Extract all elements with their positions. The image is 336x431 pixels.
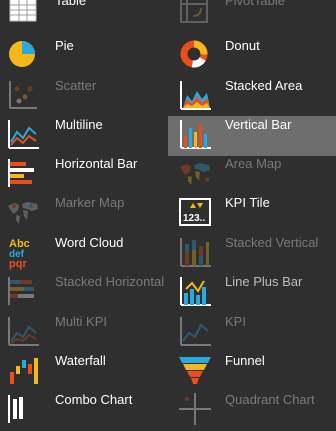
chart-option-label: Stacked Horizontal: [55, 274, 165, 289]
chart-option-label: KPI: [225, 314, 246, 329]
chart-option-label: Scatter: [55, 78, 97, 93]
word-cloud-icon: Abc def pqr: [5, 234, 41, 270]
chart-option-label: PivotTable: [225, 0, 285, 8]
chart-option-label: Stacked Vertical: [225, 235, 319, 250]
pivot-table-icon: [177, 0, 213, 28]
stacked-horizontal-icon: [5, 273, 41, 309]
chart-option-label: Multiline: [55, 117, 103, 132]
chart-option-table[interactable]: Table: [0, 0, 168, 32]
chart-option-marker-map[interactable]: Marker Map: [0, 194, 168, 234]
chart-option-waterfall[interactable]: Waterfall: [0, 352, 168, 392]
chart-option-stacked-horizontal[interactable]: Stacked Horizontal: [0, 273, 168, 313]
word-cloud-glyph-3: pqr: [9, 258, 27, 270]
chart-option-scatter[interactable]: Scatter: [0, 77, 168, 117]
chart-option-stacked-vertical[interactable]: Stacked Vertical: [168, 234, 336, 274]
multi-kpi-icon: [5, 313, 41, 349]
chart-option-label: Funnel: [225, 353, 265, 368]
table-icon: [5, 0, 41, 28]
chart-option-multi-kpi[interactable]: Multi KPI: [0, 313, 168, 353]
stacked-vertical-icon: [177, 234, 213, 270]
combo-chart-icon: [5, 391, 41, 427]
chart-option-quadrant-chart[interactable]: Quadrant Chart: [168, 391, 336, 431]
chart-option-donut[interactable]: Donut: [168, 37, 336, 77]
donut-chart-icon: [177, 37, 213, 73]
chart-option-label: Donut: [225, 38, 260, 53]
chart-option-pie[interactable]: Pie: [0, 37, 168, 77]
line-plus-bar-icon: [177, 273, 213, 309]
chart-option-label: Stacked Area: [225, 78, 303, 93]
chart-option-horizontal-bar[interactable]: Horizontal Bar: [0, 155, 168, 195]
quadrant-chart-icon: [177, 391, 213, 427]
chart-option-vertical-bar[interactable]: Vertical Bar: [168, 116, 336, 156]
chart-option-stacked-area[interactable]: Stacked Area: [168, 77, 336, 117]
chart-type-grid: Table PivotTable Pie Donut Scatter Stack…: [0, 0, 336, 425]
chart-option-label: Quadrant Chart: [225, 392, 315, 407]
chart-option-area-map[interactable]: Area Map: [168, 155, 336, 195]
chart-option-label: Multi KPI: [55, 314, 108, 329]
vertical-bar-icon: [177, 116, 213, 152]
pie-chart-icon: [5, 37, 41, 73]
kpi-tile-glyph-text: 123..: [183, 213, 205, 224]
waterfall-icon: [5, 352, 41, 388]
chart-option-label: Pie: [55, 38, 74, 53]
chart-option-funnel[interactable]: Funnel: [168, 352, 336, 392]
marker-map-icon: [5, 194, 41, 230]
chart-option-pivot-table[interactable]: PivotTable: [168, 0, 336, 32]
chart-option-label: Area Map: [225, 156, 282, 171]
chart-option-kpi-tile[interactable]: 123.. KPI Tile: [168, 194, 336, 234]
kpi-tile-icon: 123..: [177, 194, 213, 230]
horizontal-bar-icon: [5, 155, 41, 191]
chart-option-label: Table: [55, 0, 87, 8]
chart-option-label: Vertical Bar: [225, 117, 292, 132]
funnel-icon: [177, 352, 213, 388]
chart-option-label: Marker Map: [55, 195, 125, 210]
chart-option-combo-chart[interactable]: Combo Chart: [0, 391, 168, 431]
kpi-icon: [177, 313, 213, 349]
chart-option-label: Waterfall: [55, 353, 106, 368]
chart-option-label: Horizontal Bar: [55, 156, 138, 171]
chart-option-label: Line Plus Bar: [225, 274, 303, 289]
scatter-chart-icon: [5, 77, 41, 113]
area-map-icon: [177, 155, 213, 191]
chart-option-multiline[interactable]: Multiline: [0, 116, 168, 156]
chart-option-label: KPI Tile: [225, 195, 270, 210]
chart-option-label: Word Cloud: [55, 235, 124, 250]
chart-option-label: Combo Chart: [55, 392, 133, 407]
chart-option-word-cloud[interactable]: Abc def pqr Word Cloud: [0, 234, 168, 274]
stacked-area-icon: [177, 77, 213, 113]
chart-option-kpi[interactable]: KPI: [168, 313, 336, 353]
chart-option-line-plus-bar[interactable]: Line Plus Bar: [168, 273, 336, 313]
multiline-chart-icon: [5, 116, 41, 152]
